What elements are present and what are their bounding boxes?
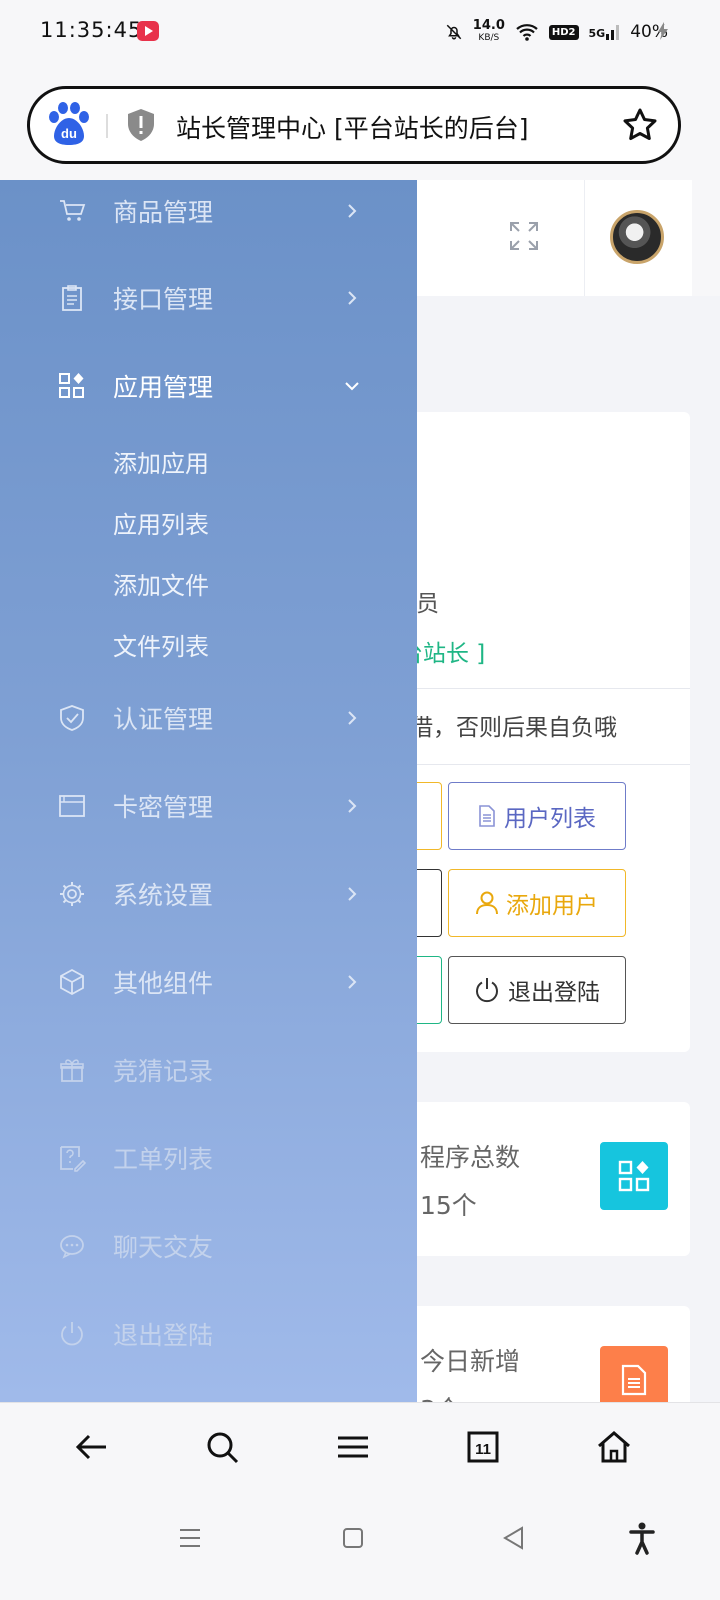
sidebar-item-label: 认证管理 (113, 705, 214, 734)
sidebar-subitem-file-list[interactable]: 文件列表 (113, 627, 209, 662)
address-bar[interactable]: du 站长管理中心 [平台站长的后台] (27, 86, 681, 164)
sidebar-item-tickets[interactable]: 工单列表 (0, 1128, 417, 1188)
menu-icon[interactable] (333, 1427, 373, 1467)
ticket-question-icon (60, 1146, 86, 1172)
sidebar-subitem-add-app[interactable]: 添加应用 (113, 444, 209, 479)
sidebar-item-label: 卡密管理 (113, 793, 214, 822)
stat-value: 15个 (420, 1191, 477, 1220)
user-list-button[interactable]: 用户列表 (448, 782, 626, 850)
chevron-right-icon (348, 291, 357, 305)
status-time: 11:35:45 (40, 18, 143, 42)
topbar-divider (584, 180, 585, 296)
network-speed: 14.0 KB/S (472, 18, 505, 44)
status-indicators: 14.0 KB/S HD2 5G 40% (445, 14, 668, 50)
chevron-right-icon (348, 975, 357, 989)
apps-icon (600, 1142, 668, 1210)
shield-check-icon (60, 705, 84, 731)
mute-bell-icon (446, 24, 462, 40)
chevron-right-icon (348, 711, 357, 725)
sidebar-item-label: 退出登陆 (113, 1321, 214, 1350)
add-user-button[interactable]: 添加用户 (448, 869, 626, 937)
sidebar-item-cardkeys[interactable]: 卡密管理 (0, 776, 417, 836)
home-square-icon[interactable] (333, 1518, 373, 1558)
stat-label: 今日新增 (420, 1347, 521, 1376)
apps-icon (59, 373, 84, 398)
network-speed-unit: KB/S (478, 33, 500, 43)
fullscreen-icon[interactable] (508, 220, 540, 252)
power-icon (61, 1322, 83, 1346)
baidu-logo-text: du (61, 126, 77, 141)
warning-text: 借，否则后果自负哦 (410, 715, 617, 741)
page-edge (692, 180, 720, 296)
power-icon (476, 978, 498, 1003)
hd-voice-badge: HD2 (548, 24, 579, 40)
cart-icon (60, 200, 86, 221)
user-icon (476, 891, 498, 915)
avatar[interactable] (610, 210, 664, 264)
chat-icon (60, 1235, 84, 1259)
network-speed-value: 14.0 (472, 18, 505, 33)
document-icon (479, 805, 495, 827)
sidebar-item-label: 接口管理 (113, 285, 214, 314)
sidebar-item-guess-records[interactable]: 竞猜记录 (0, 1040, 417, 1100)
sidebar-item-label: 系统设置 (113, 881, 214, 910)
sidebar-item-label: 其他组件 (113, 969, 214, 998)
notification-app-icon (137, 21, 159, 41)
chevron-right-icon (348, 799, 357, 813)
sidebar-item-label: 应用管理 (113, 373, 214, 402)
home-icon[interactable] (594, 1427, 634, 1467)
sidebar-item-chat[interactable]: 聊天交友 (0, 1216, 417, 1276)
baidu-logo-icon[interactable]: du (46, 101, 92, 147)
bookmark-star-icon[interactable] (622, 107, 658, 143)
sidebar-item-label: 竞猜记录 (113, 1057, 214, 1086)
tabs-icon[interactable]: 11 (463, 1427, 503, 1467)
status-bar: 11:35:45 14.0 KB/S HD2 5G 40% (0, 0, 720, 64)
stat-label: 程序总数 (420, 1143, 521, 1172)
sidebar-item-logout[interactable]: 退出登陆 (0, 1304, 417, 1364)
sidebar-item-label: 聊天交友 (113, 1233, 214, 1262)
sidebar-item-label: 商品管理 (113, 198, 214, 227)
svg-text:11: 11 (475, 1441, 491, 1458)
logout-button[interactable]: 退出登陆 (448, 956, 626, 1024)
cube-icon (60, 968, 84, 996)
wifi-icon (516, 24, 538, 41)
sidebar-subitem-app-list[interactable]: 应用列表 (113, 505, 209, 540)
sidebar-item-label: 工单列表 (113, 1145, 214, 1174)
sidebar-item-api[interactable]: 接口管理 (0, 268, 417, 328)
address-separator (106, 114, 108, 138)
screen: 11:35:45 14.0 KB/S HD2 5G 40% du 站长管理中心 … (0, 0, 720, 1600)
browser-toolbar: 11 (0, 1402, 720, 1494)
sidebar-menu: 商品管理 接口管理 应用管理 添加应用 应用列表 添加文件 文件列表 认证管理 … (0, 180, 417, 1402)
recent-apps-icon[interactable] (170, 1518, 210, 1558)
search-icon[interactable] (202, 1427, 242, 1467)
charging-icon (658, 22, 668, 40)
chevron-right-icon (348, 204, 357, 218)
gear-icon (60, 882, 84, 906)
sidebar-subitem-add-file[interactable]: 添加文件 (113, 566, 209, 601)
back-triangle-icon[interactable] (494, 1518, 534, 1558)
signal-type: 5G (588, 27, 606, 40)
system-nav-bar (0, 1494, 720, 1600)
chevron-down-icon (345, 382, 359, 391)
sidebar-item-components[interactable]: 其他组件 (0, 952, 417, 1012)
logout-label: 退出登陆 (508, 980, 600, 1006)
back-arrow-icon[interactable] (72, 1427, 112, 1467)
sidebar-item-products[interactable]: 商品管理 (0, 181, 417, 241)
security-shield-icon[interactable] (126, 108, 156, 142)
card-window-icon (59, 795, 85, 817)
page-title[interactable]: 站长管理中心 [平台站长的后台] (176, 109, 528, 145)
clipboard-icon (62, 285, 82, 311)
gift-icon (60, 1059, 84, 1082)
role-text: 员 (416, 591, 439, 617)
sidebar-item-apps[interactable]: 应用管理 (0, 356, 417, 416)
user-list-label: 用户列表 (504, 806, 596, 832)
chevron-right-icon (348, 887, 357, 901)
browser-header: du 站长管理中心 [平台站长的后台] (0, 64, 720, 180)
sidebar-item-settings[interactable]: 系统设置 (0, 864, 417, 924)
accessibility-icon[interactable] (622, 1518, 662, 1558)
signal-5g-icon: 5G (589, 24, 621, 40)
add-user-label: 添加用户 (506, 893, 598, 919)
sidebar-item-auth[interactable]: 认证管理 (0, 688, 417, 748)
